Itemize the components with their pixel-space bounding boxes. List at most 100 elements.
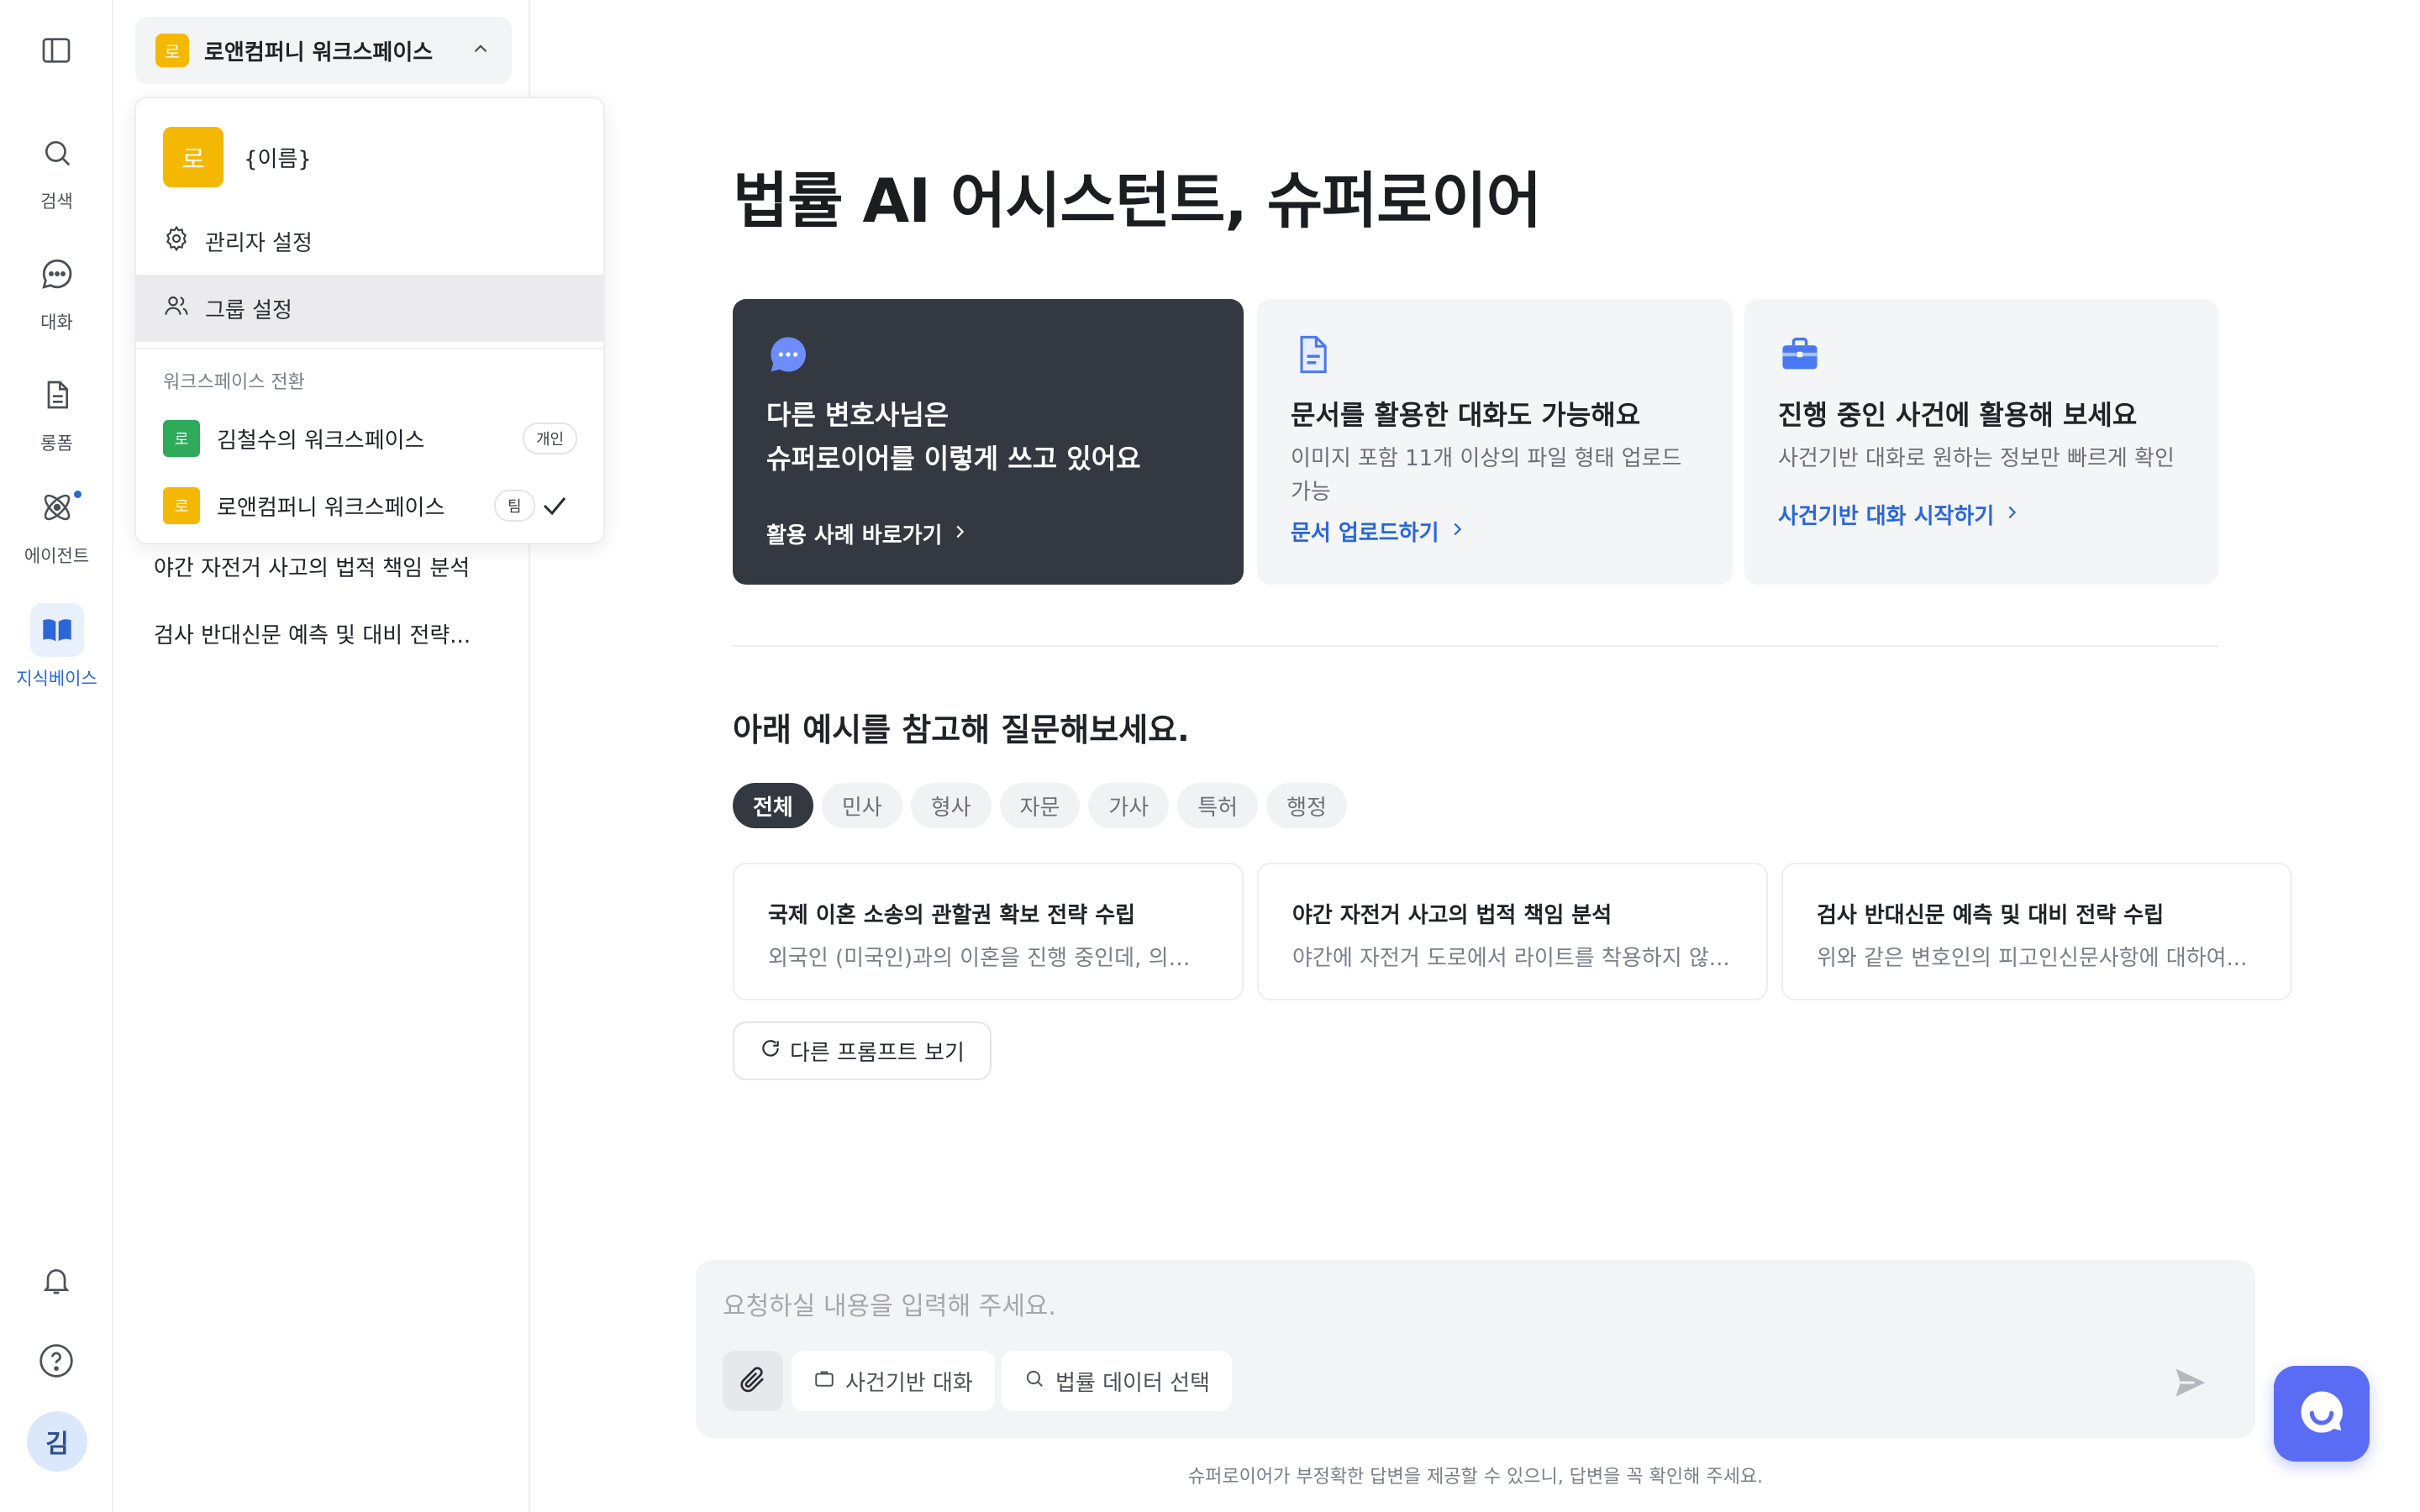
chatbot-launcher[interactable]: [2274, 1366, 2370, 1462]
example-title: 검사 반대신문 예측 및 대비 전략 수립: [1817, 903, 2165, 928]
search-icon: [1023, 1368, 1045, 1395]
card-title: 다른 변호사님은 슈퍼로이어를 이렇게 쓰고 있어요: [766, 399, 1141, 475]
workspace-badge: 로: [155, 34, 189, 67]
page-title: 법률 AI 어시스턴트, 슈퍼로이어: [733, 165, 1542, 236]
checkmark-icon: [539, 491, 570, 524]
workspace-switch-label: 워크스페이스 전환: [163, 372, 305, 393]
feature-card-usecases[interactable]: 다른 변호사님은 슈퍼로이어를 이렇게 쓰고 있어요 활용 사례 바로가기: [733, 299, 1244, 585]
icon-rail: 검색 대화 롱폼 에이전트 지식베이스 김: [0, 0, 113, 1512]
briefcase-icon: [1778, 337, 1822, 380]
workspace-type-badge: 팀: [494, 490, 535, 522]
group-settings-item[interactable]: 그룹 설정: [136, 275, 603, 342]
chat-bubble-icon: [766, 337, 810, 380]
profile-header: 로 {이름}: [163, 127, 312, 187]
example-snippet: 야간에 자전거 도로에서 라이트를 착용하지 않...: [1292, 946, 1730, 971]
tab-all[interactable]: 전체: [733, 783, 813, 828]
chevron-up-icon: [470, 38, 492, 63]
admin-settings-item[interactable]: 관리자 설정: [136, 207, 603, 275]
chat-bubble-icon: [30, 247, 84, 301]
prompt-composer: 사건기반 대화 법률 데이터 선택: [696, 1260, 2255, 1438]
tab-criminal[interactable]: 형사: [910, 783, 992, 828]
atom-icon: [30, 480, 84, 534]
rail-search[interactable]: 검색: [0, 126, 113, 213]
history-item[interactable]: 야간 자전거 사고의 법적 책임 분석: [154, 551, 470, 582]
document-icon: [30, 368, 84, 422]
section-divider: [733, 645, 2218, 647]
workspace-option-personal[interactable]: 로 김철수의 워크스페이스 개인: [163, 417, 583, 460]
prompt-input[interactable]: [723, 1285, 2151, 1327]
gear-icon: [163, 225, 190, 258]
legal-data-button[interactable]: 법률 데이터 선택: [1002, 1351, 1232, 1411]
users-icon: [163, 292, 190, 325]
case-chat-label: 사건기반 대화: [845, 1370, 973, 1396]
workspace-option-name: 김철수의 워크스페이스: [217, 428, 425, 454]
tab-advisory[interactable]: 자문: [999, 783, 1081, 828]
workspace-option-badge: 로: [163, 420, 200, 457]
chevron-right-icon: [950, 522, 969, 547]
example-snippet: 외국인 (미국인)과의 이혼을 진행 중인데, 의뢰...: [768, 946, 1208, 971]
case-chat-button[interactable]: 사건기반 대화: [792, 1351, 995, 1411]
feature-card-cases[interactable]: 진행 중인 사건에 활용해 보세요 사건기반 대화로 원하는 정보만 빠르게 확…: [1744, 299, 2218, 585]
tab-civil[interactable]: 민사: [821, 783, 902, 828]
refresh-icon: [760, 1037, 781, 1065]
profile-badge: 로: [163, 127, 224, 187]
workspace-name: 로앤컴퍼니 워크스페이스: [204, 39, 434, 66]
example-prompt-card[interactable]: 검사 반대신문 예측 및 대비 전략 수립 위와 같은 변호인의 피고인신문사항…: [1781, 863, 2292, 1000]
admin-settings-label: 관리자 설정: [205, 230, 313, 256]
tab-administrative[interactable]: 행정: [1266, 783, 1347, 828]
more-prompts-label: 다른 프롬프트 보기: [790, 1040, 965, 1066]
attach-button[interactable]: [723, 1351, 783, 1411]
usecases-link[interactable]: 활용 사례 바로가기: [766, 518, 969, 549]
rail-chat[interactable]: 대화: [0, 247, 113, 334]
rail-agent[interactable]: 에이전트: [0, 480, 113, 568]
user-avatar[interactable]: 김: [27, 1411, 87, 1472]
upload-documents-link[interactable]: 문서 업로드하기: [1291, 516, 1699, 547]
dropdown-divider: [136, 348, 603, 349]
more-prompts-button[interactable]: 다른 프롬프트 보기: [733, 1021, 992, 1080]
card-title: 문서를 활용한 대화도 가능해요: [1291, 399, 1641, 431]
workspace-option-team[interactable]: 로 로앤컴퍼니 워크스페이스 팀: [163, 484, 583, 528]
rail-longform-label: 롱폼: [40, 433, 73, 454]
card-description: 이미지 포함 11개 이상의 파일 형태 업로드 가능: [1291, 446, 1682, 505]
search-icon: [30, 126, 84, 180]
example-title: 국제 이혼 소송의 관할권 확보 전략 수립: [768, 903, 1136, 928]
feature-card-documents[interactable]: 문서를 활용한 대화도 가능해요 이미지 포함 11개 이상의 파일 형태 업로…: [1257, 299, 1733, 585]
profile-name: {이름}: [244, 146, 312, 172]
start-case-chat-link[interactable]: 사건기반 대화 시작하기: [1778, 499, 2185, 530]
rail-agent-label: 에이전트: [24, 546, 90, 566]
workspace-type-badge: 개인: [523, 423, 578, 454]
rail-knowledge-base-label: 지식베이스: [16, 669, 97, 689]
chevron-right-icon: [1448, 519, 1466, 544]
workspace-option-badge: 로: [163, 487, 200, 524]
card-title: 진행 중인 사건에 활용해 보세요: [1778, 399, 2138, 431]
rail-knowledge-base[interactable]: 지식베이스: [0, 603, 113, 690]
bell-icon[interactable]: [39, 1263, 73, 1300]
chat-face-icon: [2296, 1386, 2348, 1441]
example-prompt-card[interactable]: 야간 자전거 사고의 법적 책임 분석 야간에 자전거 도로에서 라이트를 착용…: [1257, 863, 1768, 1000]
document-icon: [1291, 335, 1334, 380]
rail-longform[interactable]: 롱폼: [0, 368, 113, 455]
workspace-dropdown: 로 {이름} 관리자 설정 그룹 설정 워크스페이스 전환 로 김철수의 워크스…: [134, 97, 605, 544]
agent-notification-dot: [74, 491, 82, 498]
history-item[interactable]: 검사 반대신문 예측 및 대비 전략...: [154, 618, 471, 649]
workspace-switcher[interactable]: 로 로앤컴퍼니 워크스페이스: [135, 17, 512, 84]
example-prompt-card[interactable]: 국제 이혼 소송의 관할권 확보 전략 수립 외국인 (미국인)과의 이혼을 진…: [733, 863, 1244, 1000]
help-icon[interactable]: [38, 1342, 75, 1383]
chevron-right-icon: [2002, 502, 2021, 528]
category-tabs: 전체 민사 형사 자문 가사 특허 행정: [733, 783, 1347, 828]
rail-chat-label: 대화: [40, 312, 73, 333]
rail-search-label: 검색: [40, 192, 73, 212]
workspace-option-name: 로앤컴퍼니 워크스페이스: [217, 495, 445, 521]
examples-heading: 아래 예시를 참고해 질문해보세요.: [733, 711, 1190, 748]
example-snippet: 위와 같은 변호인의 피고인신문사항에 대하여...: [1817, 946, 2248, 971]
tab-patent[interactable]: 특허: [1177, 783, 1259, 828]
book-icon: [29, 603, 84, 657]
disclaimer-text: 슈퍼로이어가 부정확한 답변을 제공할 수 있으니, 답변을 꼭 확인해 주세요…: [1187, 1467, 1764, 1488]
legal-data-label: 법률 데이터 선택: [1055, 1370, 1210, 1396]
tab-family[interactable]: 가사: [1088, 783, 1170, 828]
send-icon[interactable]: [2171, 1364, 2208, 1404]
card-description: 사건기반 대화로 원하는 정보만 빠르게 확인: [1778, 446, 2175, 471]
sidebar-toggle-icon[interactable]: [39, 34, 73, 71]
example-title: 야간 자전거 사고의 법적 책임 분석: [1292, 903, 1612, 928]
paperclip-icon: [738, 1364, 768, 1398]
